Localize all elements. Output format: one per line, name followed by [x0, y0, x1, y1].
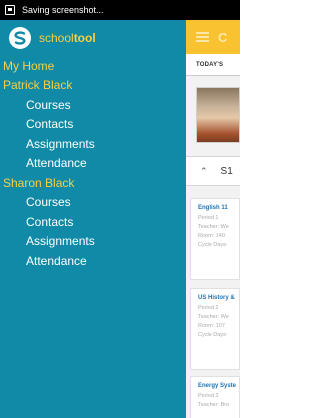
screenshot-icon — [5, 5, 15, 15]
course-room: Room: 107 — [198, 323, 225, 329]
course-cycle-days: Cycle Days: — [198, 332, 228, 338]
nav-item-attendance[interactable]: Attendance — [0, 154, 186, 174]
course-title: English 11 — [198, 205, 228, 211]
nav-item-contacts[interactable]: Contacts — [0, 212, 186, 232]
nav-item-contacts[interactable]: Contacts — [0, 115, 186, 135]
menu-icon[interactable] — [196, 32, 209, 42]
course-cycle-days: Cycle Days: — [198, 242, 228, 248]
schooltool-logo-icon — [9, 27, 31, 49]
app-header-title: C — [218, 29, 228, 45]
nav-item-assignments[interactable]: Assignments — [0, 134, 186, 154]
course-card[interactable]: US History & Period 2 Teacher: We Room: … — [190, 288, 240, 370]
nav-item-courses[interactable]: Courses — [0, 193, 186, 213]
nav-item-assignments[interactable]: Assignments — [0, 232, 186, 252]
course-period: Period 1 — [198, 215, 219, 221]
tab-today[interactable]: TODAY'S — [196, 62, 223, 68]
logo-text-bold: tool — [73, 31, 96, 45]
student-photo — [196, 87, 240, 143]
course-period: Period 3 — [198, 393, 219, 399]
course-title: Energy Syste — [198, 383, 237, 389]
course-teacher: Teacher: We — [198, 224, 229, 230]
course-title: US History & — [198, 295, 235, 301]
nav-item-attendance[interactable]: Attendance — [0, 251, 186, 271]
course-teacher: Teacher: Bro — [198, 402, 230, 408]
nav-item-student-patrick-black[interactable]: Patrick Black — [0, 76, 186, 96]
schooltool-logo-text: schooltool — [39, 31, 96, 45]
status-bar: Saving screenshot... — [0, 0, 240, 20]
status-notification-text: Saving screenshot... — [22, 5, 104, 15]
logo-text-light: school — [39, 31, 74, 45]
semester-label: S1 — [220, 165, 233, 177]
nav-item-student-sharon-black[interactable]: Sharon Black — [0, 173, 186, 193]
chevron-up-icon[interactable]: ⌃ — [200, 166, 208, 177]
nav-item-my-home[interactable]: My Home — [0, 56, 186, 76]
course-card[interactable]: Energy Syste Period 3 Teacher: Bro — [190, 376, 240, 418]
drawer-header: schooltool — [0, 20, 186, 56]
course-period: Period 2 — [198, 305, 219, 311]
drawer-nav-list: My Home Patrick Black Courses Contacts A… — [0, 56, 186, 271]
screen: Saving screenshot... C TODAY'S ⌃ S1 Engl… — [0, 0, 240, 418]
course-room: Room: 140 — [198, 233, 225, 239]
course-card[interactable]: English 11 Period 1 Teacher: We Room: 14… — [190, 198, 240, 280]
navigation-drawer: schooltool My Home Patrick Black Courses… — [0, 20, 186, 418]
nav-item-courses[interactable]: Courses — [0, 95, 186, 115]
course-teacher: Teacher: We — [198, 314, 229, 320]
